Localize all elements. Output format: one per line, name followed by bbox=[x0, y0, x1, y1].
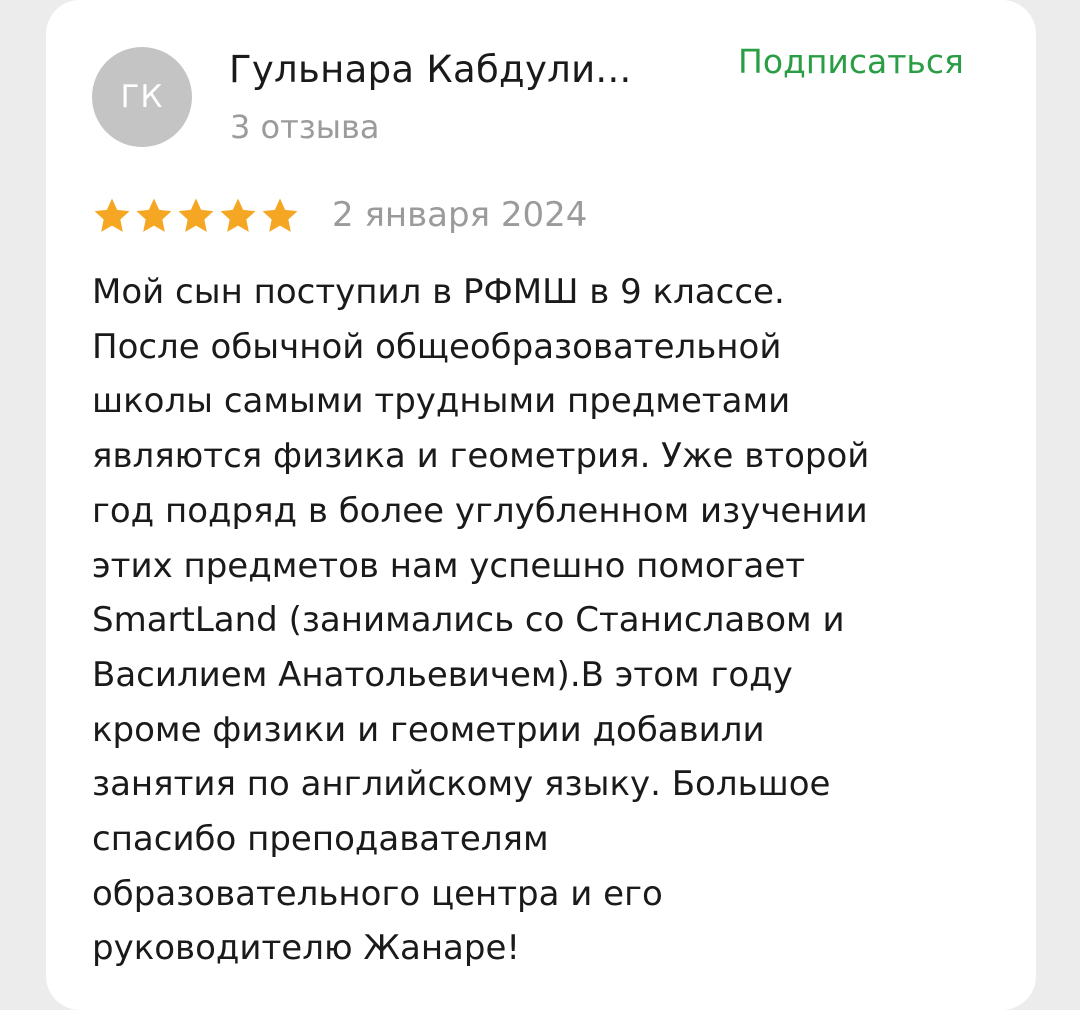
review-line: образовательного центра и его bbox=[92, 873, 663, 914]
review-line: занятия по английскому языку. Большое bbox=[92, 764, 831, 805]
subscribe-button[interactable]: Подписаться bbox=[738, 40, 964, 84]
review-date: 2 января 2024 bbox=[332, 195, 588, 235]
star-icon bbox=[136, 198, 172, 232]
star-rating bbox=[92, 196, 302, 236]
review-line: год подряд в более углубленном изучении bbox=[92, 490, 868, 531]
star-icon bbox=[220, 198, 256, 232]
author-name[interactable]: Гульнара Кабдули... bbox=[229, 45, 699, 95]
review-line: Василием Анатольевичем).В этом году bbox=[92, 654, 793, 695]
review-card: ГК Гульнара Кабдули... 3 отзыва Подписат… bbox=[46, 0, 1036, 1010]
review-line: SmartLand (занимались со Станиславом и bbox=[92, 600, 845, 641]
star-icon bbox=[94, 198, 130, 232]
review-text: Мой сын поступил в РФМШ в 9 классе. Посл… bbox=[92, 265, 1012, 976]
review-line: школы самыми трудными предметами bbox=[92, 381, 791, 422]
star-icon bbox=[178, 198, 214, 232]
avatar[interactable]: ГК bbox=[92, 47, 192, 147]
review-line: руководителю Жанаре! bbox=[92, 928, 521, 969]
review-line: Мой сын поступил в РФМШ в 9 классе. bbox=[92, 272, 785, 312]
review-line: После обычной общеобразовательной bbox=[92, 326, 782, 367]
star-icon bbox=[262, 198, 298, 232]
review-line: этих предметов нам успешно помогает bbox=[92, 545, 806, 586]
reviews-count: 3 отзыва bbox=[230, 108, 380, 146]
review-line: кроме физики и геометрии добавили bbox=[92, 709, 765, 750]
review-line: спасибо преподавателям bbox=[92, 819, 549, 860]
review-line: являются физика и геометрия. Уже второй bbox=[92, 436, 870, 477]
